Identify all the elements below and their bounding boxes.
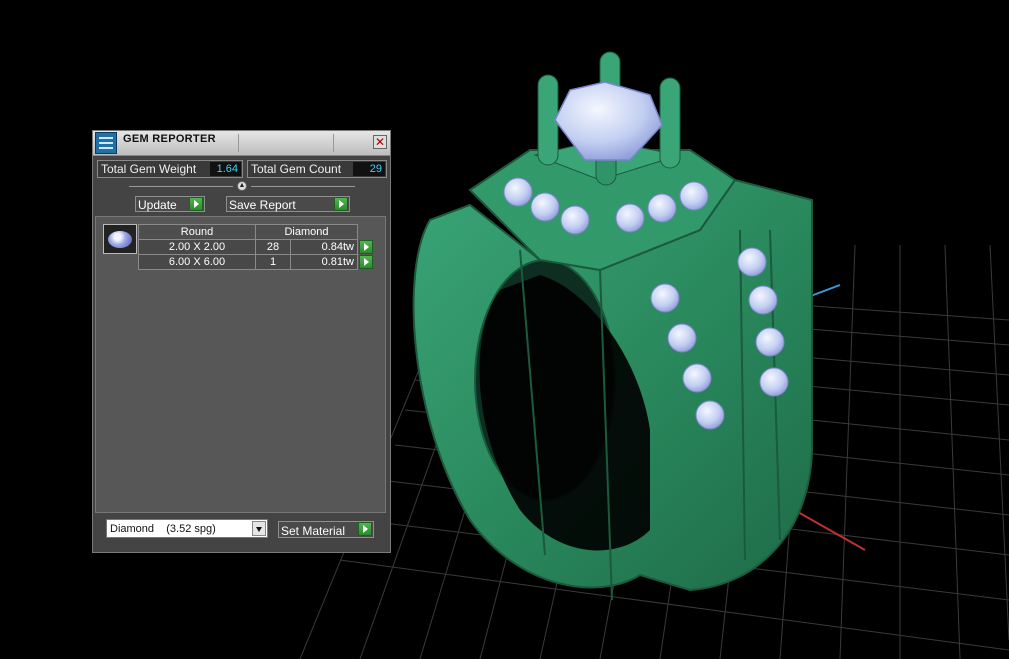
column-header-material: Diamond [255, 224, 358, 240]
column-header-shape: Round [138, 224, 256, 240]
play-icon [189, 197, 203, 211]
material-select-value: Diamond (3.52 spg) [110, 523, 216, 535]
close-icon[interactable]: ✕ [373, 135, 387, 149]
gem-reporter-panel: GEM REPORTER ✕ Total Gem Weight 1.64 Tot… [92, 130, 391, 553]
gem-count: 28 [255, 239, 291, 255]
title-separator [238, 134, 239, 152]
play-icon [358, 522, 372, 536]
collapse-icon[interactable]: ▲ [237, 181, 247, 191]
round-gem-icon[interactable] [103, 224, 137, 254]
total-gem-weight-value: 1.64 [210, 162, 241, 176]
divider [129, 186, 233, 187]
gem-weight: 0.81tw [290, 254, 358, 270]
chevron-down-icon[interactable] [252, 521, 266, 536]
gem-reporter-icon [95, 132, 117, 154]
gem-weight: 0.84tw [290, 239, 358, 255]
gem-list: Round Diamond 2.00 X 2.00 28 0.84tw 6.00… [95, 216, 386, 513]
total-gem-count: Total Gem Count 29 [247, 160, 387, 178]
save-report-button[interactable]: Save Report [226, 196, 350, 212]
set-material-button-label: Set Material [281, 524, 346, 538]
row-go-button[interactable] [359, 255, 373, 269]
play-icon [334, 197, 348, 211]
divider [251, 186, 355, 187]
window-title: GEM REPORTER [123, 133, 216, 145]
gem-count: 1 [255, 254, 291, 270]
title-separator [333, 134, 334, 152]
gem-size: 2.00 X 2.00 [138, 239, 256, 255]
table-row[interactable]: 6.00 X 6.00 1 0.81tw [138, 254, 374, 270]
table-row[interactable]: 2.00 X 2.00 28 0.84tw [138, 239, 374, 255]
ring-model[interactable] [412, 51, 813, 601]
total-gem-weight: Total Gem Weight 1.64 [97, 160, 243, 178]
title-bar[interactable]: GEM REPORTER ✕ [93, 131, 390, 156]
update-button-label: Update [138, 198, 177, 212]
gem-size: 6.00 X 6.00 [138, 254, 256, 270]
set-material-button[interactable]: Set Material [278, 521, 374, 538]
total-gem-count-value: 29 [353, 162, 385, 176]
row-go-button[interactable] [359, 240, 373, 254]
total-gem-count-label: Total Gem Count [251, 162, 342, 176]
gem-table: Round Diamond 2.00 X 2.00 28 0.84tw 6.00… [138, 224, 374, 270]
save-report-button-label: Save Report [229, 198, 296, 212]
total-gem-weight-label: Total Gem Weight [101, 162, 197, 176]
material-select[interactable]: Diamond (3.52 spg) [106, 519, 268, 538]
update-button[interactable]: Update [135, 196, 205, 212]
table-header-row: Round Diamond [138, 224, 374, 240]
